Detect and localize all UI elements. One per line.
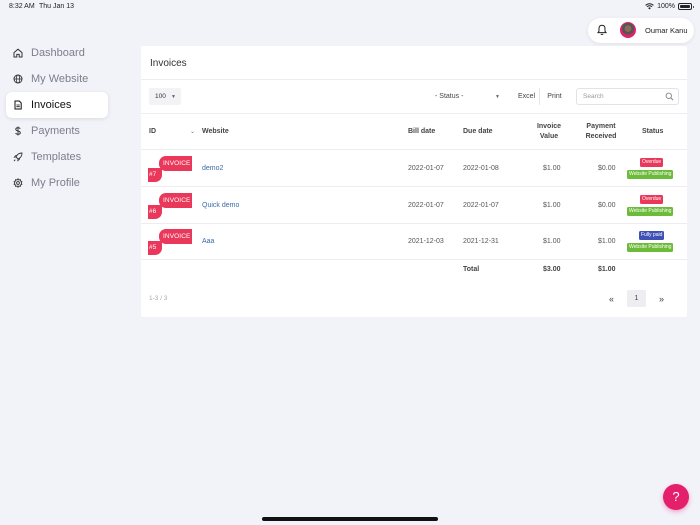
category-badge: Website Publishing bbox=[627, 170, 674, 179]
col-invoice-value[interactable]: Invoice Value bbox=[529, 122, 569, 142]
total-value: $3.00 bbox=[543, 266, 561, 273]
rocket-icon bbox=[13, 152, 23, 162]
col-id[interactable]: ID bbox=[149, 127, 156, 137]
gear-icon bbox=[13, 178, 23, 188]
due-date: 2022-01-08 bbox=[463, 165, 499, 172]
help-button[interactable]: ? bbox=[663, 484, 689, 510]
bill-date: 2022-01-07 bbox=[408, 202, 444, 209]
pagination-prev-button[interactable]: « bbox=[596, 290, 627, 307]
status-date: Thu Jan 13 bbox=[39, 3, 75, 10]
sidebar-item-invoices[interactable]: Invoices bbox=[6, 92, 108, 118]
sort-icon[interactable]: ⌄ bbox=[190, 127, 195, 137]
search-icon[interactable] bbox=[665, 92, 674, 101]
invoice-number[interactable]: #7 bbox=[148, 168, 162, 182]
total-row: Total $3.00 $1.00 bbox=[141, 260, 687, 280]
battery-percent: 100% bbox=[657, 3, 675, 10]
excel-button[interactable]: Excel bbox=[514, 88, 540, 105]
home-icon bbox=[13, 48, 23, 58]
col-payment-received[interactable]: Payment Received bbox=[579, 122, 623, 142]
sidebar-item-my-profile[interactable]: My Profile bbox=[6, 170, 108, 196]
document-icon bbox=[14, 100, 22, 110]
status-time: 8:32 AM bbox=[9, 3, 35, 10]
col-payment-received-line2: Received bbox=[585, 133, 617, 140]
search-input[interactable] bbox=[583, 93, 663, 100]
sidebar-item-label: Dashboard bbox=[31, 47, 85, 59]
payment-received: $0.00 bbox=[598, 165, 616, 172]
pagination: « 1 » bbox=[596, 290, 677, 307]
sidebar-item-label: My Profile bbox=[31, 177, 80, 189]
sidebar: Dashboard My Website Invoices Payments T… bbox=[6, 40, 108, 196]
sidebar-item-label: My Website bbox=[31, 73, 89, 85]
col-website[interactable]: Website bbox=[202, 127, 229, 137]
status-filter-select[interactable]: - Status - ▼ bbox=[428, 88, 506, 105]
invoice-number[interactable]: #5 bbox=[148, 241, 162, 255]
invoice-value: $1.00 bbox=[543, 202, 561, 209]
bell-icon[interactable] bbox=[596, 24, 608, 36]
user-name[interactable]: Oumar Kanu bbox=[645, 26, 688, 35]
website-link[interactable]: Quick demo bbox=[202, 202, 239, 209]
col-invoice-value-line1: Invoice bbox=[536, 123, 562, 130]
wifi-icon bbox=[645, 3, 654, 10]
category-badge: Website Publishing bbox=[627, 207, 674, 216]
status-bar: 8:32 AM Thu Jan 13 100% bbox=[0, 0, 700, 13]
due-date: 2022-01-07 bbox=[463, 202, 499, 209]
website-link[interactable]: Aaa bbox=[202, 238, 214, 245]
website-link[interactable]: demo2 bbox=[202, 165, 223, 172]
home-indicator[interactable] bbox=[262, 517, 438, 521]
table-row[interactable]: INVOICE #6 Quick demo 2022-01-07 2022-01… bbox=[141, 188, 687, 224]
col-invoice-value-line2: Value bbox=[539, 133, 559, 140]
per-page-value: 100 bbox=[155, 93, 166, 100]
sidebar-item-label: Templates bbox=[31, 151, 82, 163]
category-badge: Website Publishing bbox=[627, 243, 674, 252]
battery-icon bbox=[678, 3, 694, 10]
status-filter-value: - Status - bbox=[435, 93, 464, 100]
invoice-tag[interactable]: INVOICE bbox=[159, 156, 192, 171]
status-badge: Overdue bbox=[640, 158, 664, 167]
table-header: ID ⌄ Website Bill date Due date Invoice … bbox=[141, 113, 687, 150]
total-received: $1.00 bbox=[598, 266, 616, 273]
status-right: 100% bbox=[645, 3, 694, 10]
user-menu[interactable]: Oumar Kanu bbox=[588, 18, 694, 43]
invoice-value: $1.00 bbox=[543, 165, 561, 172]
bill-date: 2021-12-03 bbox=[408, 238, 444, 245]
records-info: 1-3 / 3 bbox=[149, 295, 168, 302]
invoice-number[interactable]: #6 bbox=[148, 205, 162, 219]
sidebar-item-my-website[interactable]: My Website bbox=[6, 66, 108, 92]
pagination-page-1[interactable]: 1 bbox=[627, 290, 646, 307]
bill-date: 2022-01-07 bbox=[408, 165, 444, 172]
per-page-select[interactable]: 100 ▼ bbox=[149, 88, 181, 105]
dollar-icon bbox=[15, 126, 21, 136]
col-status[interactable]: Status bbox=[642, 127, 663, 137]
caret-down-icon: ▼ bbox=[171, 94, 176, 100]
status-badge: Fully paid bbox=[639, 231, 665, 240]
sidebar-item-dashboard[interactable]: Dashboard bbox=[6, 40, 108, 66]
divider bbox=[141, 79, 687, 80]
col-bill-date[interactable]: Bill date bbox=[408, 127, 435, 137]
avatar[interactable] bbox=[620, 22, 636, 38]
globe-icon bbox=[13, 74, 23, 84]
print-button[interactable]: Print bbox=[541, 88, 568, 105]
caret-down-icon: ▼ bbox=[495, 94, 500, 100]
sidebar-item-templates[interactable]: Templates bbox=[6, 144, 108, 170]
invoice-tag[interactable]: INVOICE bbox=[159, 229, 192, 244]
col-payment-received-line1: Payment bbox=[586, 123, 616, 130]
status-badge: Overdue bbox=[640, 195, 664, 204]
payment-received: $0.00 bbox=[598, 202, 616, 209]
sidebar-item-label: Payments bbox=[31, 125, 80, 137]
sidebar-item-label: Invoices bbox=[31, 99, 72, 111]
pagination-next-button[interactable]: » bbox=[646, 290, 677, 307]
table-row[interactable]: INVOICE #7 demo2 2022-01-07 2022-01-08 $… bbox=[141, 151, 687, 187]
invoice-tag[interactable]: INVOICE bbox=[159, 193, 192, 208]
table-row[interactable]: INVOICE #5 Aaa 2021-12-03 2021-12-31 $1.… bbox=[141, 224, 687, 260]
sidebar-item-payments[interactable]: Payments bbox=[6, 118, 108, 144]
payment-received: $1.00 bbox=[598, 238, 616, 245]
invoice-value: $1.00 bbox=[543, 238, 561, 245]
col-due-date[interactable]: Due date bbox=[463, 127, 493, 137]
search-box[interactable] bbox=[576, 88, 679, 105]
page-title: Invoices bbox=[150, 58, 187, 69]
total-label: Total bbox=[463, 266, 480, 273]
due-date: 2021-12-31 bbox=[463, 238, 499, 245]
invoices-card: Invoices 100 ▼ - Status - ▼ Excel Print … bbox=[141, 46, 687, 317]
